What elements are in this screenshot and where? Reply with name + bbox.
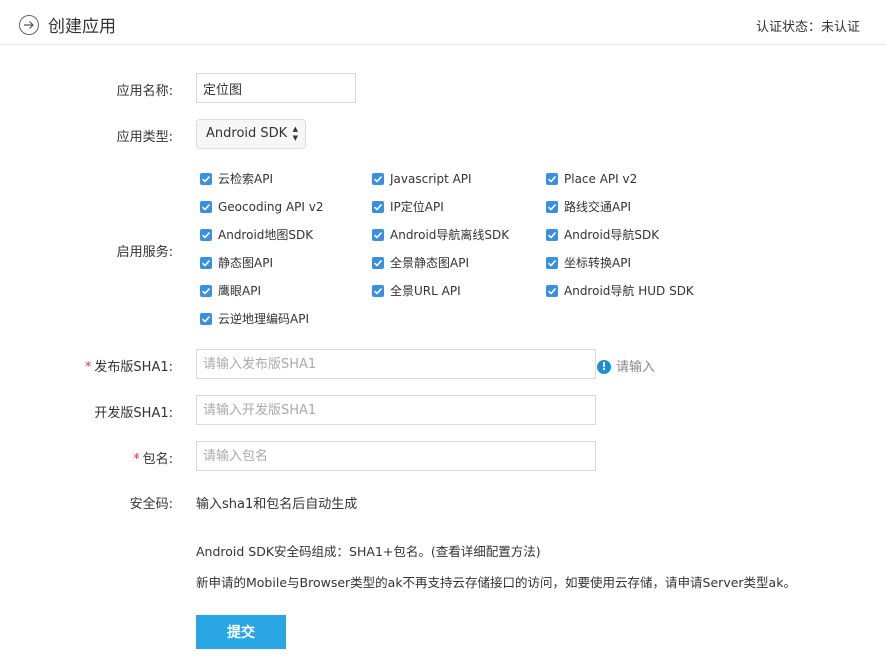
service-checkbox-label: 云检索API — [218, 172, 273, 186]
service-checkbox-label: 全景静态图API — [390, 256, 469, 270]
checkbox-checked-icon[interactable] — [200, 312, 212, 325]
service-checkbox-label: 静态图API — [218, 256, 273, 270]
service-checkbox-label: Geocoding API v2 — [218, 200, 324, 214]
checkbox-checked-icon[interactable] — [200, 284, 212, 297]
checkbox-checked-icon[interactable] — [372, 172, 384, 185]
checkbox-checked-icon[interactable] — [372, 200, 384, 213]
release-sha1-hint: 请输入 — [616, 360, 656, 375]
page-title: 创建应用 — [48, 17, 116, 37]
service-checkbox-label: IP定位API — [390, 200, 444, 214]
service-checkbox-label: Android地图SDK — [218, 228, 314, 242]
checkbox-checked-icon[interactable] — [200, 256, 212, 269]
app-type-value: Android SDK — [206, 126, 288, 141]
service-checkbox[interactable]: Javascript API — [372, 171, 472, 187]
service-checkbox-label: 云逆地理编码API — [218, 312, 309, 326]
service-checkbox[interactable]: Android导航离线SDK — [372, 227, 509, 243]
required-mark: * — [84, 360, 92, 375]
dev-sha1-label: 开发版SHA1: — [94, 406, 173, 421]
app-type-select[interactable]: Android SDK ▲ ▼ — [196, 119, 306, 149]
service-checkbox[interactable]: Geocoding API v2 — [200, 199, 324, 215]
service-checkbox[interactable]: 鹰眼API — [200, 283, 261, 299]
checkbox-checked-icon[interactable] — [372, 228, 384, 241]
service-checkbox[interactable]: 坐标转换API — [546, 255, 631, 271]
service-checkbox-label: Android导航 HUD SDK — [564, 284, 694, 298]
app-name-label: 应用名称: — [116, 84, 173, 99]
checkbox-checked-icon[interactable] — [546, 200, 558, 213]
package-label-text: 包名: — [142, 452, 173, 467]
service-checkbox[interactable]: Place API v2 — [546, 171, 637, 187]
checkbox-checked-icon[interactable] — [200, 200, 212, 213]
app-name-input[interactable] — [196, 73, 356, 103]
checkbox-checked-icon[interactable] — [372, 256, 384, 269]
security-code-label: 安全码: — [129, 497, 173, 512]
service-checkbox[interactable]: 静态图API — [200, 255, 273, 271]
submit-button[interactable]: 提交 — [196, 615, 286, 649]
service-checkbox[interactable]: 全景静态图API — [372, 255, 469, 271]
security-code-note: Android SDK安全码组成：SHA1+包名。(查看详细配置方法) — [196, 544, 541, 559]
package-label: * 包名: — [0, 448, 173, 467]
service-checkbox-label: Place API v2 — [564, 172, 638, 186]
checkbox-checked-icon[interactable] — [546, 172, 558, 185]
service-checkbox[interactable]: 全景URL API — [372, 283, 461, 299]
release-sha1-input[interactable] — [196, 349, 596, 379]
services-label: 启用服务: — [116, 245, 173, 260]
checkbox-checked-icon[interactable] — [200, 228, 212, 241]
service-checkbox[interactable]: IP定位API — [372, 199, 444, 215]
security-code-value: 输入sha1和包名后自动生成 — [196, 497, 358, 512]
service-checkbox-label: 全景URL API — [390, 284, 461, 298]
service-checkbox[interactable]: 云检索API — [200, 171, 273, 187]
service-checkbox[interactable]: 云逆地理编码API — [200, 311, 309, 327]
storage-note: 新申请的Mobile与Browser类型的ak不再支持云存储接口的访问，如要使用… — [196, 575, 796, 590]
checkbox-checked-icon[interactable] — [546, 284, 558, 297]
service-checkbox-label: Javascript API — [390, 172, 472, 186]
warning-icon: ! — [597, 360, 611, 374]
service-checkbox[interactable]: 路线交通API — [546, 199, 631, 215]
service-checkbox[interactable]: Android地图SDK — [200, 227, 313, 243]
checkbox-checked-icon[interactable] — [372, 284, 384, 297]
select-arrows-icon: ▲ ▼ — [292, 125, 298, 142]
auth-status: 认证状态：未认证 — [755, 20, 860, 35]
back-arrow-icon[interactable] — [19, 15, 39, 35]
service-checkbox-label: 坐标转换API — [564, 256, 631, 270]
service-checkbox-label: 鹰眼API — [218, 284, 261, 298]
service-checkbox[interactable]: Android导航SDK — [546, 227, 659, 243]
release-sha1-label: * 发布版SHA1: — [0, 356, 173, 375]
app-type-label: 应用类型: — [116, 130, 173, 145]
release-sha1-label-text: 发布版SHA1: — [94, 360, 173, 375]
package-input[interactable] — [196, 441, 596, 471]
service-checkbox-label: Android导航SDK — [564, 228, 660, 242]
required-mark: * — [133, 452, 140, 467]
service-checkbox[interactable]: Android导航 HUD SDK — [546, 283, 694, 299]
page-header: 创建应用 认证状态：未认证 — [0, 0, 885, 45]
service-checkbox-label: 路线交通API — [564, 200, 631, 214]
checkbox-checked-icon[interactable] — [200, 172, 212, 185]
dev-sha1-input[interactable] — [196, 395, 596, 425]
checkbox-checked-icon[interactable] — [546, 256, 558, 269]
checkbox-checked-icon[interactable] — [546, 228, 558, 241]
service-checkbox-label: Android导航离线SDK — [390, 228, 510, 242]
